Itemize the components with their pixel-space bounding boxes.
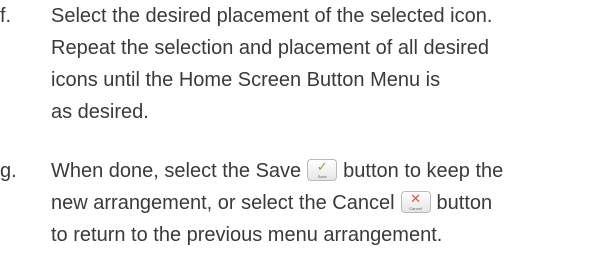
instruction-line: to return to the previous menu arrangeme… bbox=[51, 224, 443, 246]
instruction-line: Select the desired placement of the sele… bbox=[51, 5, 493, 27]
cancel-button-illustration: ✕ Cancel bbox=[400, 191, 431, 213]
instruction-line: When done, select the Save ✓ Save button to… bbox=[51, 155, 591, 187]
checkmark-icon: ✓ bbox=[316, 159, 328, 174]
instruction-text: button to keep the bbox=[343, 160, 504, 182]
instruction-line: as desired. bbox=[51, 101, 149, 123]
instruction-line: Repeat the selection and placement of al… bbox=[51, 37, 490, 59]
instruction-line: icons until the Home Screen Button Menu … bbox=[51, 69, 441, 91]
instruction-text: When done, select the Save bbox=[51, 160, 302, 182]
step-letter: f. bbox=[0, 5, 12, 27]
cancel-button-caption: Cancel bbox=[409, 206, 422, 211]
step-body: Select the desired placement of the sele… bbox=[51, 0, 591, 128]
instruction-text: new arrangement, or select the Cancel bbox=[51, 192, 395, 214]
step-body: When done, select the Save ✓ Save button to… bbox=[51, 155, 591, 251]
step-letter: g. bbox=[0, 160, 17, 182]
save-button-illustration: ✓ Save bbox=[307, 159, 338, 181]
save-button-caption: Save bbox=[317, 174, 327, 179]
x-icon: ✕ bbox=[410, 191, 421, 206]
instruction-text: button bbox=[436, 192, 493, 214]
instruction-line: new arrangement, or select the Cancel ✕ Ca… bbox=[51, 187, 591, 219]
